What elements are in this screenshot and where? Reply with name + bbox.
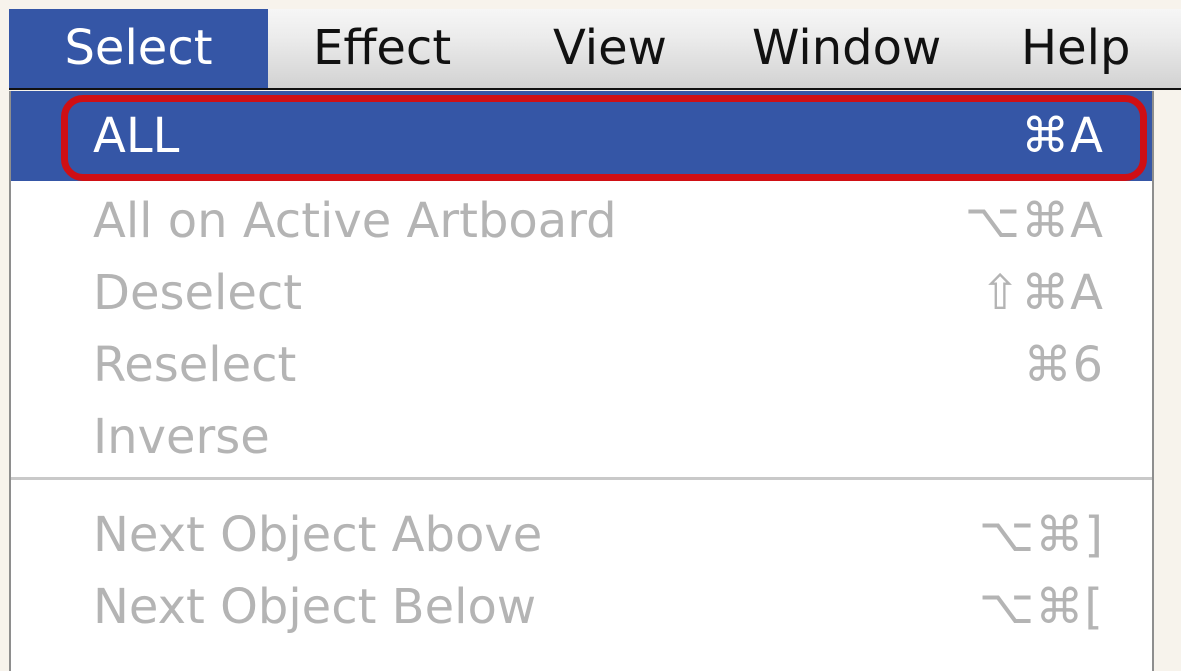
menu-item-shortcut: ⌘6 <box>1023 337 1104 393</box>
menu-item-reselect[interactable]: Reselect ⌘6 <box>11 329 1152 401</box>
menu-item-shortcut: ⇧⌘A <box>979 265 1104 321</box>
menu-item-label: Next Object Above <box>93 507 543 563</box>
menu-item-label: Inverse <box>93 409 270 465</box>
menu-item-shortcut: ⌘A <box>1021 108 1104 164</box>
menu-item-label: ALL <box>93 108 180 164</box>
menu-item-next-object-below[interactable]: Next Object Below ⌥⌘[ <box>11 571 1152 643</box>
menu-item-inverse[interactable]: Inverse <box>11 401 1152 473</box>
menu-effect[interactable]: Effect <box>313 9 451 88</box>
menu-item-label: Next Object Below <box>93 579 537 635</box>
menu-item-shortcut: ⌥⌘[ <box>978 579 1104 635</box>
menu-item-all[interactable]: ALL ⌘A <box>11 91 1152 181</box>
menu-help[interactable]: Help <box>1021 9 1130 88</box>
menu-separator <box>11 477 1152 480</box>
menu-item-next-object-above[interactable]: Next Object Above ⌥⌘] <box>11 499 1152 571</box>
menu-item-label: Deselect <box>93 265 303 321</box>
app-screen: Select Effect View Window Help ALL ⌘A Al… <box>0 0 1181 671</box>
menu-window[interactable]: Window <box>752 9 941 88</box>
menu-item-shortcut: ⌥⌘A <box>964 193 1104 249</box>
menu-select[interactable]: Select <box>9 9 268 88</box>
menu-item-all-on-active-artboard[interactable]: All on Active Artboard ⌥⌘A <box>11 185 1152 257</box>
menu-item-label: Reselect <box>93 337 297 393</box>
menu-item-label: All on Active Artboard <box>93 193 617 249</box>
menu-item-deselect[interactable]: Deselect ⇧⌘A <box>11 257 1152 329</box>
menu-view[interactable]: View <box>553 9 667 88</box>
menu-bar: Select Effect View Window Help <box>9 9 1181 90</box>
select-dropdown-menu: ALL ⌘A All on Active Artboard ⌥⌘A Desele… <box>9 91 1154 671</box>
menu-item-shortcut: ⌥⌘] <box>978 507 1104 563</box>
